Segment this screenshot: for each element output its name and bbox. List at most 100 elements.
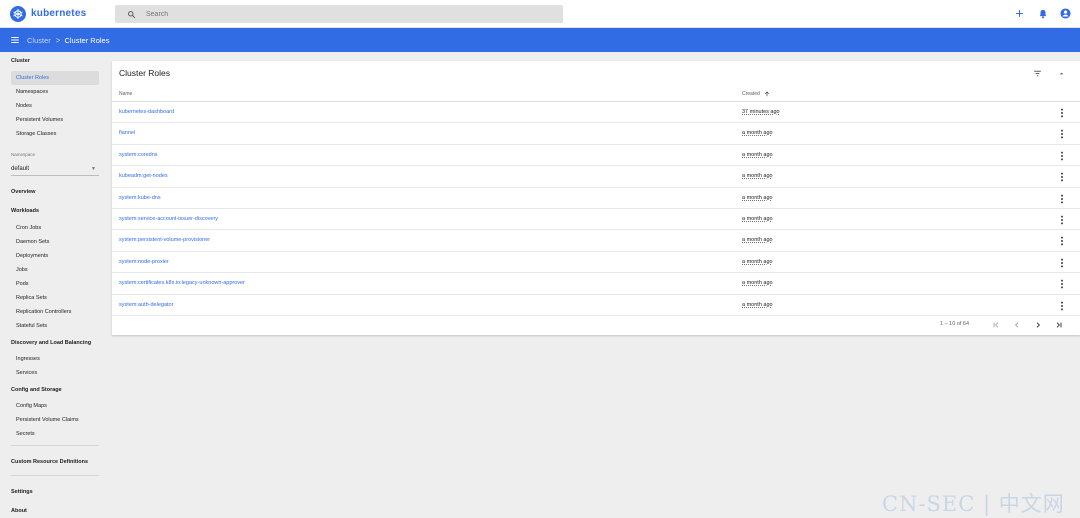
sidebar-item-replica-sets[interactable]: Replica Sets — [11, 291, 99, 305]
sidebar-divider — [11, 475, 99, 476]
sidebar-item-deployments[interactable]: Deployments — [11, 249, 99, 263]
table-row: system:auth-delegator a month ago — [112, 295, 1080, 316]
created-time: a month ago — [742, 258, 773, 265]
cluster-role-name[interactable]: system:kube-dns — [119, 195, 161, 201]
table-row: system:certificates.k8s.io:legacy-unknow… — [112, 273, 1080, 295]
sidebar-item-stateful-sets[interactable]: Stateful Sets — [11, 319, 99, 333]
menu-icon[interactable] — [8, 33, 22, 47]
nav-section-config-storage[interactable]: Config and Storage — [11, 387, 62, 393]
sidebar-item-ingresses[interactable]: Ingresses — [11, 352, 99, 366]
sidebar-item-persistent-volumes[interactable]: Persistent Volumes — [11, 113, 99, 127]
table-row: system:kube-dns a month ago — [112, 188, 1080, 209]
search-input[interactable] — [146, 10, 546, 18]
cluster-role-name[interactable]: kubernetes-dashboard — [119, 109, 174, 115]
next-page-icon[interactable] — [1032, 319, 1044, 331]
breadcrumb-current: Cluster Roles — [64, 35, 110, 45]
kubernetes-helm-icon — [10, 5, 26, 22]
sidebar-item-namespaces[interactable]: Namespaces — [11, 85, 99, 99]
created-time: a month ago — [742, 237, 773, 244]
created-time: a month ago — [742, 280, 773, 287]
more-vert-icon[interactable] — [1058, 279, 1066, 289]
table-row: system:persistent-volume-provisioner a m… — [112, 230, 1080, 252]
first-page-icon[interactable] — [990, 319, 1002, 331]
more-vert-icon[interactable] — [1058, 236, 1066, 246]
sort-ascending-icon[interactable] — [764, 91, 770, 97]
sidebar-item-daemon-sets[interactable]: Daemon Sets — [11, 235, 99, 249]
plus-icon[interactable] — [1013, 7, 1026, 20]
namespace-selector[interactable]: default ▼ — [11, 163, 99, 176]
created-time: a month ago — [742, 301, 773, 308]
cluster-role-name[interactable]: system:auth-delegator — [119, 302, 173, 308]
nav-about[interactable]: About — [11, 508, 27, 514]
nav-section-discovery[interactable]: Discovery and Load Balancing — [11, 340, 91, 346]
cluster-roles-card: Cluster Roles Name Created kubernetes-da… — [112, 61, 1080, 335]
nav-crd[interactable]: Custom Resource Definitions — [11, 459, 88, 465]
cluster-role-name[interactable]: system:persistent-volume-provisioner — [119, 237, 210, 243]
breadcrumb-toolbar: Cluster > Cluster Roles — [0, 28, 1080, 52]
created-time: a month ago — [742, 216, 773, 222]
column-header-created-label: Created — [742, 91, 760, 97]
nav-section-cluster[interactable]: Cluster — [11, 58, 30, 64]
more-vert-icon[interactable] — [1058, 301, 1066, 311]
more-vert-icon[interactable] — [1058, 129, 1066, 139]
table-row: system:coredns a month ago — [112, 145, 1080, 167]
collapse-icon[interactable] — [1056, 68, 1066, 78]
nav-overview[interactable]: Overview — [11, 189, 35, 195]
previous-page-icon[interactable] — [1011, 319, 1023, 331]
app-name: kubernetes — [31, 8, 87, 19]
cluster-role-name[interactable]: kubeadm:get-nodes — [119, 173, 168, 179]
sidebar-item-jobs[interactable]: Jobs — [11, 263, 99, 277]
nav-section-workloads[interactable]: Workloads — [11, 208, 39, 214]
namespace-value: default — [11, 166, 30, 172]
watermark: CN-SEC | 中文网 — [882, 492, 1065, 516]
table-header: Name Created — [112, 86, 1080, 102]
account-circle-icon[interactable] — [1059, 7, 1072, 20]
search-icon — [124, 7, 138, 21]
cluster-role-name[interactable]: flannel — [119, 130, 135, 136]
sidebar-item-persistent-volume-claims[interactable]: Persistent Volume Claims — [11, 413, 99, 427]
created-time: a month ago — [742, 151, 773, 158]
table-row: kubeadm:get-nodes a month ago — [112, 166, 1080, 188]
sidebar-item-nodes[interactable]: Nodes — [11, 99, 99, 113]
sidebar-item-pods[interactable]: Pods — [11, 277, 99, 291]
card-title: Cluster Roles — [119, 68, 171, 78]
more-vert-icon[interactable] — [1058, 258, 1066, 268]
sidebar-item-cron-jobs[interactable]: Cron Jobs — [11, 221, 99, 235]
namespace-label: Namespace — [11, 152, 36, 157]
table-row: flannel a month ago — [112, 123, 1080, 145]
column-header-created[interactable]: Created — [742, 91, 770, 97]
sidebar-divider — [11, 445, 99, 446]
paginator: 1 – 10 of 64 — [112, 317, 1080, 333]
top-bar: kubernetes — [0, 0, 1080, 28]
more-vert-icon[interactable] — [1058, 194, 1066, 204]
last-page-icon[interactable] — [1053, 319, 1065, 331]
more-vert-icon[interactable] — [1058, 172, 1066, 182]
sidebar-item-services[interactable]: Services — [11, 366, 99, 380]
created-time: a month ago — [742, 130, 773, 137]
cluster-role-name[interactable]: system:node-proxier — [119, 259, 169, 265]
filter-icon[interactable] — [1032, 68, 1042, 78]
sidebar-item-storage-classes[interactable]: Storage Classes — [11, 127, 99, 141]
bell-icon[interactable] — [1036, 7, 1049, 20]
more-vert-icon[interactable] — [1058, 151, 1066, 161]
nav-settings[interactable]: Settings — [11, 489, 33, 495]
table-row: system:node-proxier a month ago — [112, 252, 1080, 274]
breadcrumb-separator: > — [55, 35, 61, 45]
sidebar-item-replication-controllers[interactable]: Replication Controllers — [11, 305, 99, 319]
sidebar: Cluster Cluster Roles Namespaces Nodes P… — [0, 52, 105, 518]
cluster-role-name[interactable]: system:coredns — [119, 152, 158, 158]
breadcrumb-cluster[interactable]: Cluster — [27, 36, 51, 45]
pagination-range: 1 – 10 of 64 — [940, 321, 970, 327]
sidebar-item-cluster-roles[interactable]: Cluster Roles — [11, 71, 99, 85]
sidebar-item-config-maps[interactable]: Config Maps — [11, 399, 99, 413]
created-time: 37 minutes ago — [742, 109, 780, 115]
app-logo[interactable]: kubernetes — [0, 5, 112, 22]
cluster-role-name[interactable]: system:certificates.k8s.io:legacy-unknow… — [119, 280, 245, 286]
cluster-role-name[interactable]: system:service-account-issuer-discovery — [119, 216, 218, 222]
sidebar-item-secrets[interactable]: Secrets — [11, 427, 99, 441]
column-header-name[interactable]: Name — [119, 91, 132, 97]
search-bar[interactable] — [115, 5, 563, 23]
more-vert-icon[interactable] — [1058, 108, 1066, 118]
created-time: a month ago — [742, 194, 773, 201]
more-vert-icon[interactable] — [1058, 215, 1066, 225]
